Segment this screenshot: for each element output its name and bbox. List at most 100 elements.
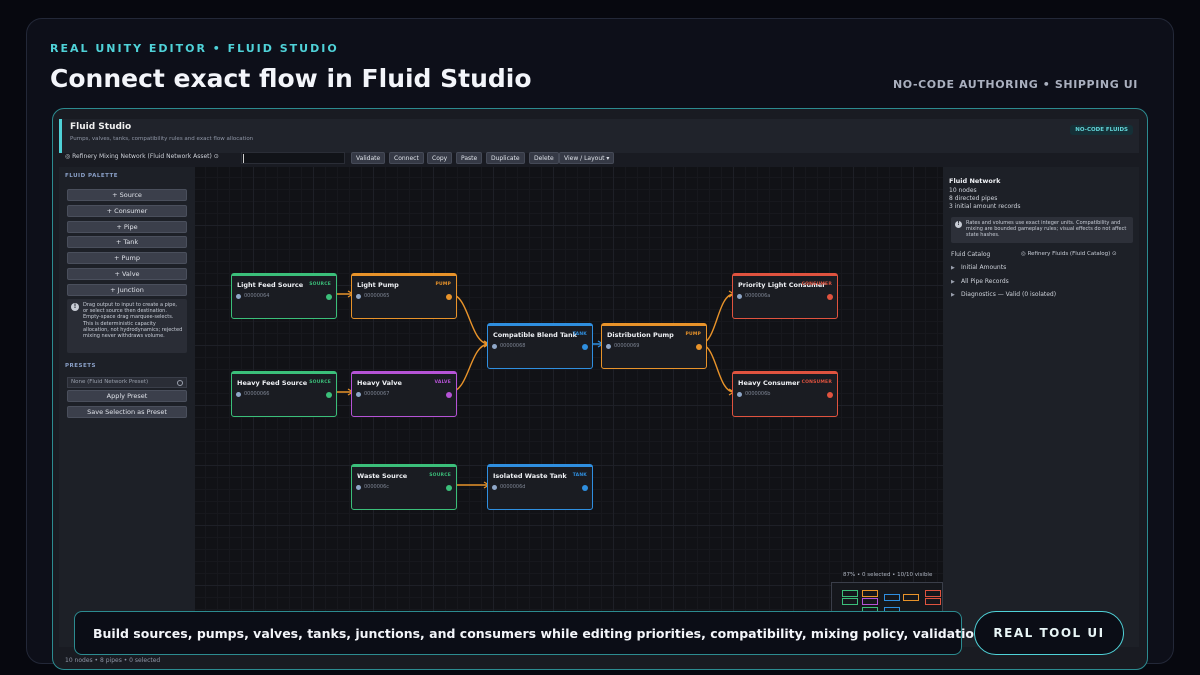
add-valve-button[interactable]: + Valve <box>67 268 187 280</box>
save-preset-button[interactable]: Save Selection as Preset <box>67 406 187 418</box>
status-bar: 10 nodes • 8 pipes • 0 selected <box>65 657 161 664</box>
foldout-label: All Pipe Records <box>961 278 1009 285</box>
object-picker-icon[interactable] <box>177 380 183 386</box>
pipe-count: 8 directed pipes <box>949 195 998 202</box>
output-port[interactable] <box>696 344 702 350</box>
node-count: 10 nodes <box>949 187 977 194</box>
input-port[interactable] <box>737 392 742 397</box>
catalog-object-field[interactable]: ◎ Refinery Fluids (Fluid Catalog) ⊙ <box>1019 249 1133 259</box>
node-type-badge: SOURCE <box>309 380 331 385</box>
view-layout-dropdown[interactable]: View / Layout ▾ <box>559 152 615 164</box>
inspector-note-text: Rates and volumes use exact integer unit… <box>966 220 1127 239</box>
node-title: Heavy Consumer <box>738 379 800 387</box>
page-title: Connect exact flow in Fluid Studio <box>50 64 532 93</box>
graph-canvas[interactable]: Light Feed Source SOURCE 00000064 Light Pum… <box>195 167 943 647</box>
eyebrow: REAL UNITY EDITOR • FLUID STUDIO <box>50 42 339 55</box>
callout-text: Build sources, pumps, valves, tanks, jun… <box>93 626 1081 641</box>
output-port[interactable] <box>326 392 332 398</box>
input-port[interactable] <box>492 485 497 490</box>
input-port[interactable] <box>356 294 361 299</box>
duplicate-button[interactable]: Duplicate <box>486 152 525 164</box>
foldout-initial-amounts[interactable]: ▶ Initial Amounts <box>951 264 1006 271</box>
node-id: 0000006c <box>364 484 390 490</box>
output-port[interactable] <box>446 294 452 300</box>
preset-field-value: None (Fluid Network Preset) <box>71 379 149 385</box>
node-title: Heavy Feed Source <box>237 379 308 387</box>
node-light-pump[interactable]: Light Pump PUMP 00000065 <box>351 273 457 319</box>
node-id: 00000069 <box>614 343 640 349</box>
input-port[interactable] <box>737 294 742 299</box>
node-type-badge: VALVE <box>434 380 451 385</box>
unity-editor-window: Fluid Studio Pumps, valves, tanks, compa… <box>52 108 1148 670</box>
catalog-label: Fluid Catalog <box>951 251 991 258</box>
catalog-field-value: Refinery Fluids (Fluid Catalog) <box>1027 251 1111 257</box>
apply-preset-button[interactable]: Apply Preset <box>67 390 187 402</box>
paste-button[interactable]: Paste <box>456 152 483 164</box>
input-port[interactable] <box>236 294 241 299</box>
input-port[interactable] <box>356 392 361 397</box>
add-pipe-button[interactable]: + Pipe <box>67 221 187 233</box>
asset-field-value: Refinery Mixing Network (Fluid Network A… <box>72 153 212 160</box>
editor-header: Fluid Studio Pumps, valves, tanks, compa… <box>59 119 1139 153</box>
input-port[interactable] <box>606 344 611 349</box>
add-tank-button[interactable]: + Tank <box>67 236 187 248</box>
node-priority-light-consumer[interactable]: Priority Light Consumer CONSUMER 0000006a <box>732 273 838 319</box>
node-heavy-valve[interactable]: Heavy Valve VALVE 00000067 <box>351 371 457 417</box>
search-input[interactable] <box>241 152 345 164</box>
copy-button[interactable]: Copy <box>427 152 453 164</box>
output-port[interactable] <box>326 294 332 300</box>
input-port[interactable] <box>236 392 241 397</box>
fluid-palette: FLUID PALETTE + Source + Consumer + Pipe… <box>59 167 195 647</box>
node-id: 00000066 <box>244 391 270 397</box>
node-title: Waste Source <box>357 472 408 480</box>
info-icon: ! <box>955 221 962 228</box>
palette-help-text: Drag output to input to create a pipe, o… <box>83 302 183 340</box>
add-source-button[interactable]: + Source <box>67 189 187 201</box>
palette-help-box: ! Drag output to input to create a pipe,… <box>67 299 187 353</box>
output-port[interactable] <box>827 294 833 300</box>
editor-title: Fluid Studio <box>70 122 132 132</box>
foldout-label: Diagnostics — Valid (0 isolated) <box>961 291 1057 298</box>
node-type-badge: TANK <box>572 332 587 337</box>
tagline: NO-CODE AUTHORING • SHIPPING UI <box>892 78 1138 91</box>
output-port[interactable] <box>582 485 588 491</box>
delete-button[interactable]: Delete <box>529 152 559 164</box>
minimap-node <box>924 589 941 597</box>
node-isolated-waste-tank[interactable]: Isolated Waste Tank TANK 0000006d <box>487 464 593 510</box>
node-light-feed-source[interactable]: Light Feed Source SOURCE 00000064 <box>231 273 337 319</box>
node-compatible-blend-tank[interactable]: Compatible Blend Tank TANK 00000068 <box>487 323 593 369</box>
node-heavy-feed-source[interactable]: Heavy Feed Source SOURCE 00000066 <box>231 371 337 417</box>
node-title: Heavy Valve <box>357 379 402 387</box>
input-port[interactable] <box>492 344 497 349</box>
add-junction-button[interactable]: + Junction <box>67 284 187 296</box>
node-id: 0000006a <box>745 293 771 299</box>
inspector-panel: Fluid Network 10 nodes 8 directed pipes … <box>943 167 1139 647</box>
node-heavy-consumer[interactable]: Heavy Consumer CONSUMER 0000006b <box>732 371 838 417</box>
add-consumer-button[interactable]: + Consumer <box>67 205 187 217</box>
text-caret <box>243 154 244 163</box>
node-type-badge: PUMP <box>435 282 451 287</box>
foldout-diagnostics[interactable]: ▶ Diagnostics — Valid (0 isolated) <box>951 291 1056 298</box>
node-type-badge: PUMP <box>685 332 701 337</box>
node-title: Isolated Waste Tank <box>493 472 567 480</box>
output-port[interactable] <box>446 485 452 491</box>
minimap-node <box>841 598 858 606</box>
foldout-pipe-records[interactable]: ▶ All Pipe Records <box>951 278 1009 285</box>
node-id: 00000065 <box>364 293 390 299</box>
output-port[interactable] <box>446 392 452 398</box>
node-type-badge: SOURCE <box>309 282 331 287</box>
minimap-node <box>841 589 858 597</box>
asset-object-field[interactable]: ◎ Refinery Mixing Network (Fluid Network… <box>65 153 219 160</box>
output-port[interactable] <box>827 392 833 398</box>
add-pump-button[interactable]: + Pump <box>67 252 187 264</box>
node-waste-source[interactable]: Waste Source SOURCE 0000006c <box>351 464 457 510</box>
minimap-node <box>902 594 919 602</box>
preset-object-field[interactable]: None (Fluid Network Preset) <box>67 377 187 388</box>
input-port[interactable] <box>356 485 361 490</box>
output-port[interactable] <box>582 344 588 350</box>
real-tool-badge[interactable]: REAL TOOL UI <box>974 611 1124 655</box>
foldout-label: Initial Amounts <box>961 264 1007 271</box>
connect-button[interactable]: Connect <box>389 152 424 164</box>
node-distribution-pump[interactable]: Distribution Pump PUMP 00000069 <box>601 323 707 369</box>
validate-button[interactable]: Validate <box>351 152 386 164</box>
